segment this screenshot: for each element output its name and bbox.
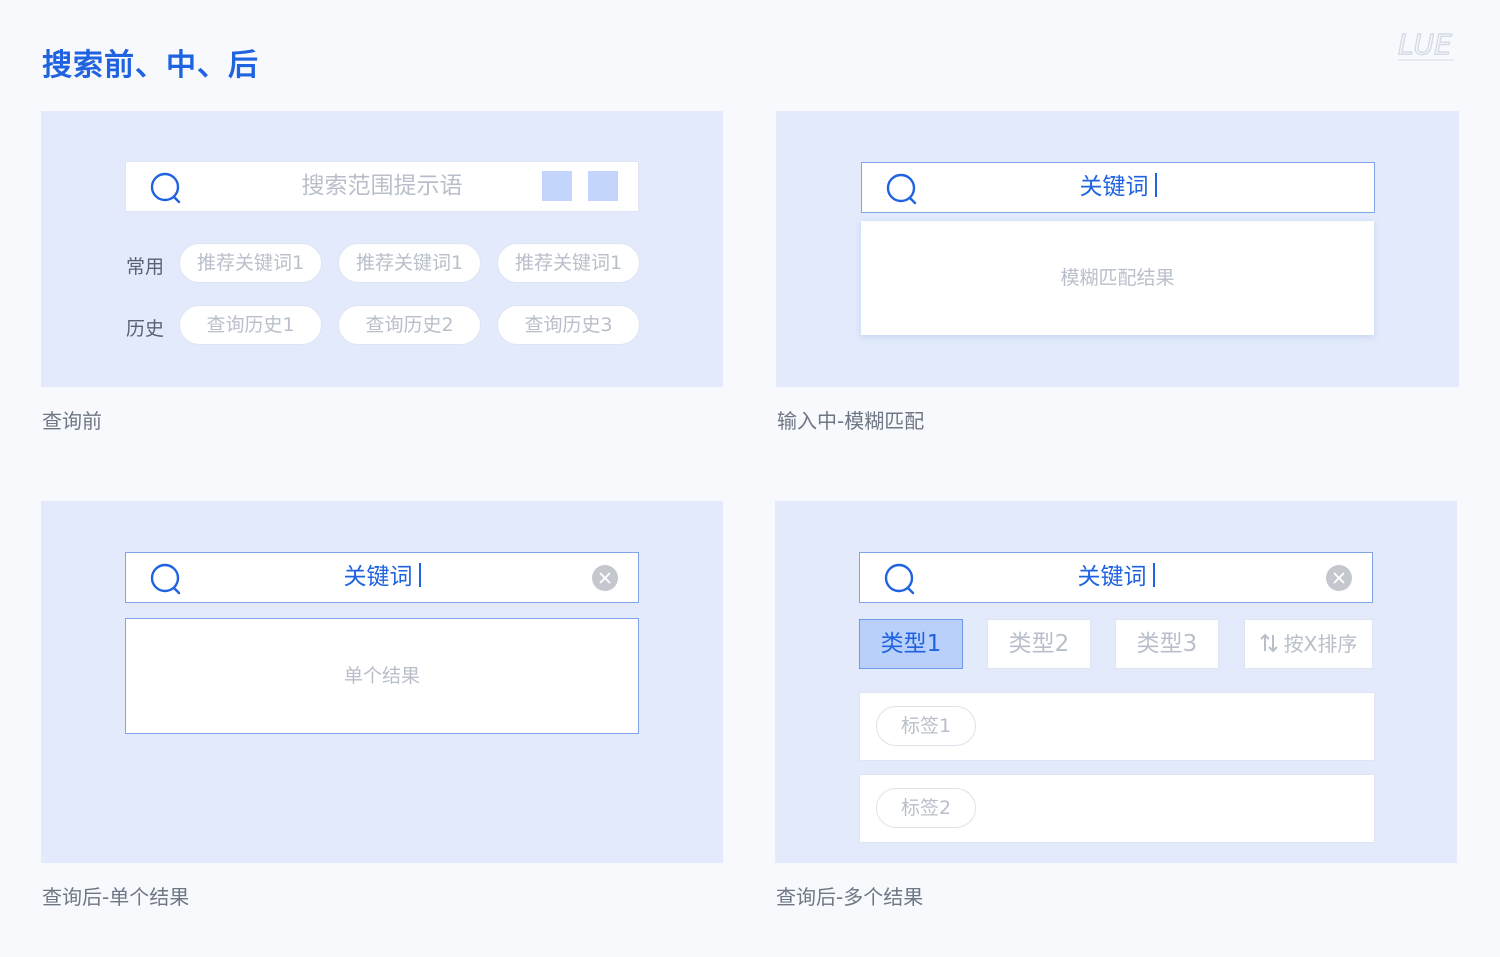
type-filter-1[interactable]: 类型1	[859, 619, 963, 669]
scope-square-icon[interactable]	[588, 171, 618, 201]
search-bar[interactable]: 关键词	[861, 162, 1375, 213]
search-input-value[interactable]: 关键词	[862, 163, 1374, 212]
recommend-chip[interactable]: 推荐关键词1	[338, 243, 481, 283]
result-item[interactable]: 标签2	[859, 774, 1375, 843]
common-label: 常用	[126, 256, 165, 278]
history-chip[interactable]: 查询历史2	[338, 305, 481, 345]
sort-icon	[1259, 633, 1278, 653]
search-bar[interactable]: 搜索范围提示语	[125, 161, 639, 212]
result-item[interactable]: 标签1	[859, 692, 1375, 761]
fuzzy-match-dropdown[interactable]: 模糊匹配结果	[861, 221, 1374, 335]
panel-multi-result: 关键词 类型1 类型2 类型3 按X排序 标签1 标签2	[775, 501, 1457, 863]
text-cursor	[1154, 173, 1157, 197]
fuzzy-match-result: 模糊匹配结果	[1060, 267, 1175, 289]
recommend-chip[interactable]: 推荐关键词1	[179, 243, 322, 283]
type-filter-3[interactable]: 类型3	[1115, 619, 1219, 669]
page-title: 搜索前、中、后	[42, 48, 259, 83]
history-label: 历史	[126, 318, 165, 340]
history-chip[interactable]: 查询历史1	[179, 305, 322, 345]
history-chip[interactable]: 查询历史3	[497, 305, 640, 345]
sort-label: 按X排序	[1283, 632, 1358, 656]
panel-single-result: 关键词 单个结果	[41, 501, 723, 863]
single-result-box[interactable]: 单个结果	[125, 618, 639, 734]
sort-button[interactable]: 按X排序	[1244, 619, 1373, 669]
lue-logo: LUE	[1396, 27, 1458, 64]
result-tag[interactable]: 标签1	[876, 706, 976, 746]
clear-icon[interactable]	[1326, 565, 1352, 591]
search-input-value[interactable]: 关键词	[126, 553, 638, 602]
caption-multi: 查询后-多个结果	[776, 885, 924, 909]
svg-text:LUE: LUE	[1398, 28, 1452, 61]
text-cursor	[1152, 563, 1155, 587]
caption-typing: 输入中-模糊匹配	[777, 409, 925, 433]
result-tag[interactable]: 标签2	[876, 788, 976, 828]
single-result-text: 单个结果	[343, 665, 420, 687]
type-filter-2[interactable]: 类型2	[987, 619, 1091, 669]
caption-single: 查询后-单个结果	[42, 885, 190, 909]
panel-typing: 关键词 模糊匹配结果	[776, 111, 1459, 387]
scope-square-icon[interactable]	[542, 171, 572, 201]
text-cursor	[418, 563, 421, 587]
search-bar[interactable]: 关键词	[859, 552, 1373, 603]
recommend-chip[interactable]: 推荐关键词1	[497, 243, 640, 283]
panel-before-search: 搜索范围提示语 常用 推荐关键词1 推荐关键词1 推荐关键词1 历史 查询历史1…	[41, 111, 723, 387]
search-bar[interactable]: 关键词	[125, 552, 639, 603]
search-input-value[interactable]: 关键词	[860, 553, 1372, 602]
clear-icon[interactable]	[592, 565, 618, 591]
caption-before: 查询前	[42, 409, 102, 433]
